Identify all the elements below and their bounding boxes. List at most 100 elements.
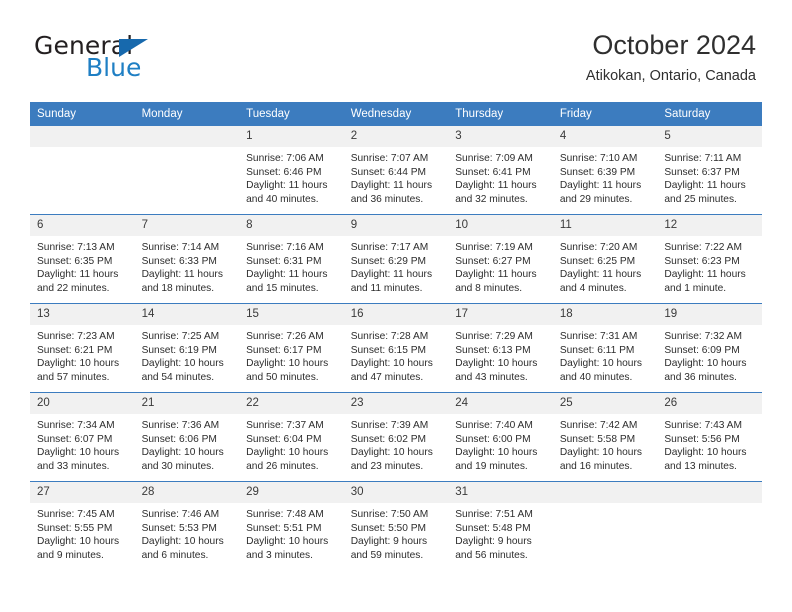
calendar-day-cell[interactable]: 28 Sunrise: 7:46 AM Sunset: 5:53 PM Dayligh… [134,481,240,570]
day-cell-inner: 26 Sunrise: 7:43 AM Sunset: 5:56 PM Dayligh… [657,393,762,481]
calendar-cell-empty [657,481,762,570]
day-number [552,482,658,503]
day-number: 13 [30,304,135,325]
calendar-day-cell[interactable]: 11 Sunrise: 7:20 AM Sunset: 6:25 PM Dayligh… [552,214,658,304]
sunset-text: Sunset: 5:55 PM [37,522,113,534]
daylight-text-line1: Daylight: 10 hours [37,447,120,459]
calendar-day-cell[interactable]: 17 Sunrise: 7:29 AM Sunset: 6:13 PM Dayligh… [448,303,553,393]
sunset-text: Sunset: 6:09 PM [664,344,740,356]
calendar-day-cell[interactable]: 3 Sunrise: 7:09 AM Sunset: 6:41 PM Daylight… [448,125,553,215]
calendar-day-cell[interactable]: 8 Sunrise: 7:16 AM Sunset: 6:31 PM Daylight… [239,214,344,304]
sunset-text: Sunset: 6:06 PM [141,433,217,445]
day-cell-inner: 14 Sunrise: 7:25 AM Sunset: 6:19 PM Dayligh… [134,304,240,392]
calendar-day-cell[interactable]: 5 Sunrise: 7:11 AM Sunset: 6:37 PM Daylight… [657,125,762,215]
daylight-text-line1: Daylight: 11 hours [559,269,642,281]
daylight-text-line2: and 36 minutes. [350,193,424,205]
weekday-header-wednesday: Wednesday [343,102,449,126]
day-cell-inner: 4 Sunrise: 7:10 AM Sunset: 6:39 PM Daylight… [552,126,658,214]
brand-logo[interactable]: General Blue [34,33,204,81]
calendar-day-cell[interactable]: 15 Sunrise: 7:26 AM Sunset: 6:17 PM Dayligh… [239,303,344,393]
calendar-day-cell[interactable]: 18 Sunrise: 7:31 AM Sunset: 6:11 PM Dayligh… [552,303,658,393]
day-details: Sunrise: 7:46 AM Sunset: 5:53 PM Daylight:… [135,503,240,562]
sunset-text: Sunset: 6:07 PM [37,433,113,445]
calendar-day-cell[interactable]: 22 Sunrise: 7:37 AM Sunset: 6:04 PM Dayligh… [239,392,344,482]
calendar-day-cell[interactable]: 10 Sunrise: 7:19 AM Sunset: 6:27 PM Dayligh… [448,214,553,304]
calendar-page: General Blue October 2024 Atikokan, Onta… [0,0,792,612]
day-cell-inner: 28 Sunrise: 7:46 AM Sunset: 5:53 PM Dayligh… [134,482,240,570]
calendar-day-cell[interactable]: 6 Sunrise: 7:13 AM Sunset: 6:35 PM Daylight… [30,214,135,304]
weekday-header-monday: Monday [134,102,240,126]
day-cell-inner: 22 Sunrise: 7:37 AM Sunset: 6:04 PM Dayligh… [239,393,344,481]
sunrise-text: Sunrise: 7:48 AM [246,509,324,520]
sunrise-text: Sunrise: 7:42 AM [559,420,638,431]
calendar-day-cell[interactable]: 12 Sunrise: 7:22 AM Sunset: 6:23 PM Dayligh… [657,214,762,304]
calendar-day-cell[interactable]: 1 Sunrise: 7:06 AM Sunset: 6:46 PM Daylight… [239,125,344,215]
sunrise-text: Sunrise: 7:28 AM [350,331,429,342]
calendar-day-cell[interactable]: 29 Sunrise: 7:48 AM Sunset: 5:51 PM Dayligh… [239,481,344,570]
calendar-day-cell[interactable]: 2 Sunrise: 7:07 AM Sunset: 6:44 PM Daylight… [343,125,449,215]
day-number: 8 [239,215,344,236]
daylight-text-line1: Daylight: 11 hours [350,269,433,281]
day-details: Sunrise: 7:50 AM Sunset: 5:50 PM Daylight:… [344,503,449,562]
sunrise-text: Sunrise: 7:10 AM [559,153,638,164]
page-header: General Blue October 2024 Atikokan, Onta… [0,0,792,84]
daylight-text-line2: and 6 minutes. [141,549,209,561]
day-details: Sunrise: 7:39 AM Sunset: 6:02 PM Daylight:… [344,414,449,473]
daylight-text-line2: and 13 minutes. [664,460,737,472]
day-details [135,147,240,152]
calendar-day-cell[interactable]: 16 Sunrise: 7:28 AM Sunset: 6:15 PM Dayligh… [343,303,449,393]
day-number: 4 [552,126,658,147]
sunrise-text: Sunrise: 7:25 AM [141,331,220,342]
calendar-day-cell[interactable]: 31 Sunrise: 7:51 AM Sunset: 5:48 PM Dayligh… [448,481,553,570]
calendar-table: Sunday Monday Tuesday Wednesday Thursday Frid… [30,102,762,570]
sunset-text: Sunset: 5:56 PM [664,433,740,445]
daylight-text-line1: Daylight: 11 hours [455,180,537,192]
calendar-day-cell[interactable]: 7 Sunrise: 7:14 AM Sunset: 6:33 PM Daylight… [134,214,240,304]
calendar-day-cell[interactable]: 23 Sunrise: 7:39 AM Sunset: 6:02 PM Dayligh… [343,392,449,482]
daylight-text-line2: and 29 minutes. [559,193,633,205]
calendar-day-cell[interactable]: 24 Sunrise: 7:40 AM Sunset: 6:00 PM Dayligh… [448,392,553,482]
day-cell-inner: 12 Sunrise: 7:22 AM Sunset: 6:23 PM Dayligh… [657,215,762,303]
day-cell-inner: 19 Sunrise: 7:32 AM Sunset: 6:09 PM Dayligh… [657,304,762,392]
calendar-day-cell[interactable]: 27 Sunrise: 7:45 AM Sunset: 5:55 PM Dayligh… [30,481,135,570]
day-number: 16 [343,304,449,325]
calendar-day-cell[interactable]: 21 Sunrise: 7:36 AM Sunset: 6:06 PM Dayligh… [134,392,240,482]
sunrise-text: Sunrise: 7:36 AM [141,420,220,431]
calendar-day-cell[interactable]: 19 Sunrise: 7:32 AM Sunset: 6:09 PM Dayligh… [657,303,762,393]
calendar-day-cell[interactable]: 20 Sunrise: 7:34 AM Sunset: 6:07 PM Dayligh… [30,392,135,482]
calendar-day-cell[interactable]: 25 Sunrise: 7:42 AM Sunset: 5:58 PM Dayligh… [552,392,658,482]
sunrise-text: Sunrise: 7:11 AM [664,153,742,164]
daylight-text-line2: and 43 minutes. [455,371,528,383]
sunset-text: Sunset: 6:46 PM [246,166,322,178]
sunset-text: Sunset: 6:04 PM [246,433,322,445]
daylight-text-line1: Daylight: 11 hours [455,269,537,281]
daylight-text-line2: and 40 minutes. [559,371,633,383]
daylight-text-line1: Daylight: 11 hours [559,180,642,192]
calendar-day-cell[interactable]: 26 Sunrise: 7:43 AM Sunset: 5:56 PM Dayligh… [657,392,762,482]
daylight-text-line1: Daylight: 10 hours [141,536,224,548]
day-number: 22 [239,393,344,414]
sunrise-text: Sunrise: 7:16 AM [246,242,324,253]
day-number: 21 [134,393,240,414]
day-cell-inner [134,126,240,214]
sunset-text: Sunset: 5:51 PM [246,522,322,534]
day-number: 20 [30,393,135,414]
calendar-day-cell[interactable]: 30 Sunrise: 7:50 AM Sunset: 5:50 PM Dayligh… [343,481,449,570]
calendar-day-cell[interactable]: 9 Sunrise: 7:17 AM Sunset: 6:29 PM Daylight… [343,214,449,304]
sunrise-text: Sunrise: 7:09 AM [455,153,533,164]
daylight-text-line1: Daylight: 11 hours [246,180,328,192]
daylight-text-line2: and 1 minute. [664,282,727,294]
day-details: Sunrise: 7:20 AM Sunset: 6:25 PM Daylight:… [553,236,658,295]
sunset-text: Sunset: 6:41 PM [455,166,531,178]
weekday-header-saturday: Saturday [657,102,762,126]
day-cell-inner: 9 Sunrise: 7:17 AM Sunset: 6:29 PM Daylight… [343,215,449,303]
daylight-text-line2: and 36 minutes. [664,371,737,383]
day-details: Sunrise: 7:10 AM Sunset: 6:39 PM Daylight:… [553,147,658,206]
daylight-text-line1: Daylight: 10 hours [141,358,224,370]
daylight-text-line1: Daylight: 9 hours [350,536,428,548]
day-number: 17 [448,304,553,325]
calendar-day-cell[interactable]: 4 Sunrise: 7:10 AM Sunset: 6:39 PM Daylight… [552,125,658,215]
calendar-day-cell[interactable]: 13 Sunrise: 7:23 AM Sunset: 6:21 PM Dayligh… [30,303,135,393]
day-number: 10 [448,215,553,236]
calendar-day-cell[interactable]: 14 Sunrise: 7:25 AM Sunset: 6:19 PM Dayligh… [134,303,240,393]
